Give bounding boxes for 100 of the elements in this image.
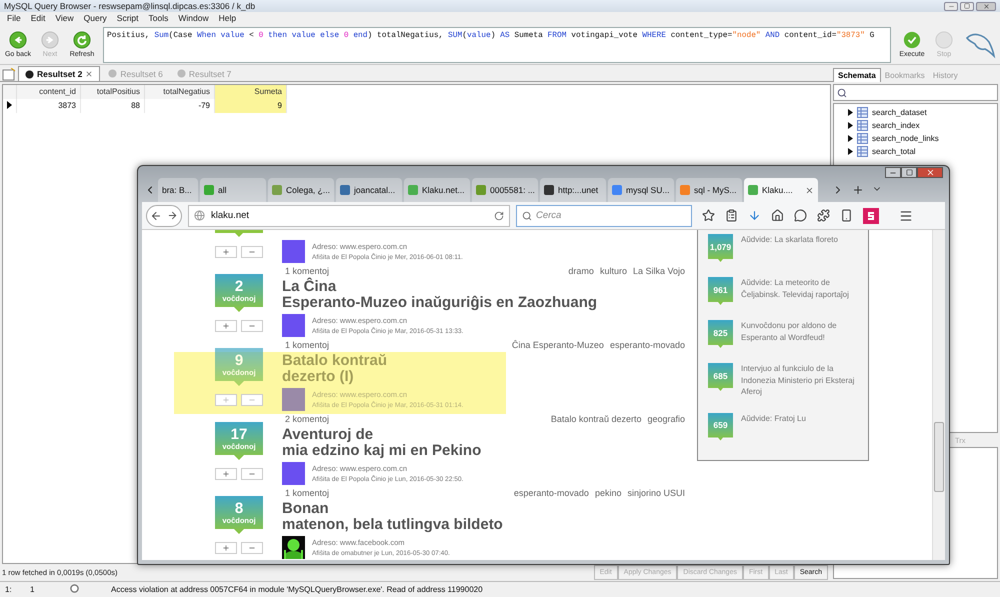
back-forward-button[interactable] <box>146 204 182 226</box>
scrollbar-thumb[interactable] <box>934 422 944 492</box>
popular-link[interactable]: Aŭdvide: Fratoj Lu <box>741 412 806 440</box>
phone-icon[interactable] <box>840 209 853 222</box>
row-pointer-icon <box>7 101 12 109</box>
tag-link[interactable]: esperanto-movado <box>514 488 589 500</box>
menu-icon[interactable] <box>899 208 913 222</box>
forward-arrow-icon <box>167 210 178 221</box>
maximize-button[interactable] <box>901 167 917 178</box>
menu-item[interactable]: Edit <box>26 12 50 25</box>
comment-count[interactable]: 1 komentoj <box>285 266 330 278</box>
browser-tab[interactable]: 0005581: ... <box>472 178 538 202</box>
menu-item[interactable]: Window <box>173 12 214 25</box>
menu-item[interactable]: Tools <box>144 12 174 25</box>
tag-link[interactable]: Batalo kontraŭ dezerto <box>550 414 642 426</box>
browser-tab[interactable]: all <box>200 178 266 202</box>
search-field[interactable]: Cerca <box>516 204 692 226</box>
search-icon <box>522 210 532 220</box>
post-title[interactable]: Aventuroj de mia edzino kaj mi en Pekino <box>282 427 506 459</box>
new-tab-icon[interactable] <box>852 184 864 196</box>
plus-icon <box>222 248 230 256</box>
vote-count-badge: 1,079 <box>708 234 733 262</box>
menu-item[interactable]: View <box>50 12 79 25</box>
tag-link[interactable]: esperanto-movado <box>610 340 685 352</box>
maximize-icon <box>964 3 970 9</box>
puzzle-icon[interactable] <box>817 209 830 222</box>
browser-tab[interactable]: Colega, ¿... <box>268 178 334 202</box>
browser-tab[interactable]: Klaku.... <box>744 178 818 202</box>
upvote-button[interactable] <box>215 542 237 554</box>
upvote-button[interactable] <box>215 320 237 332</box>
stop-icon <box>935 31 953 49</box>
plus-icon <box>222 470 230 478</box>
browser-tab[interactable]: Klaku.net... <box>404 178 470 202</box>
popular-link[interactable]: Aŭdvide: La meteorito de Ĉeljabinsk. Televidaj raportaĵoj <box>741 277 864 305</box>
upvote-button[interactable] <box>215 468 237 480</box>
refresh-icon <box>73 31 91 49</box>
tree-item[interactable]: search_total <box>872 146 916 156</box>
tag-link[interactable]: pekino <box>594 488 622 500</box>
reload-icon[interactable] <box>494 210 504 220</box>
star-icon[interactable] <box>702 209 715 222</box>
upvote-button[interactable] <box>215 246 237 258</box>
scrollbar[interactable] <box>932 230 945 560</box>
tag-link[interactable]: dramo <box>568 266 594 278</box>
column-header[interactable]: content_id <box>17 85 81 99</box>
new-tab-icon[interactable] <box>2 68 16 81</box>
chat-icon[interactable] <box>794 209 807 222</box>
browser-tab[interactable]: sql - MyS... <box>676 178 742 202</box>
comment-count[interactable]: 2 komentoj <box>285 414 330 426</box>
column-header[interactable]: totalNegatius <box>145 85 215 99</box>
browser-tab[interactable]: joancatal... <box>336 178 402 202</box>
tag-link[interactable]: sinjorino USUI <box>627 488 685 500</box>
table-icon <box>857 106 868 118</box>
clipboard-icon[interactable] <box>725 209 738 222</box>
schema-search-field[interactable] <box>833 84 998 101</box>
tag-link[interactable]: kulturo <box>600 266 627 278</box>
close-icon[interactable] <box>85 70 94 78</box>
comment-count[interactable]: 1 komentoj <box>285 340 330 352</box>
close-button[interactable] <box>917 167 943 178</box>
status-circle-icon <box>70 584 79 593</box>
post-title[interactable]: Bonan matenon, bela tutlingva bildeto <box>282 501 506 533</box>
s-glyph-icon <box>866 210 876 220</box>
tag-link[interactable]: Ĉina Esperanto-Muzeo <box>512 340 604 352</box>
close-button[interactable] <box>976 2 996 10</box>
popular-link[interactable]: Intervjuo al funkciulo de la Indonezia Ministerio pri Eksteraj Aferoj <box>741 363 864 398</box>
home-icon[interactable] <box>771 209 784 222</box>
maximize-button[interactable] <box>960 2 974 10</box>
close-icon <box>926 168 934 177</box>
comment-count[interactable]: 1 komentoj <box>285 488 330 500</box>
browser-tab[interactable]: mysql SU... <box>608 178 674 202</box>
menu-item[interactable]: File <box>2 12 26 25</box>
tree-item[interactable]: search_dataset <box>872 108 927 116</box>
download-icon[interactable] <box>748 209 761 222</box>
search-input[interactable]: Cerca <box>536 210 686 221</box>
s-extension-icon[interactable] <box>863 208 879 224</box>
tag-link[interactable]: La Silka Vojo <box>632 266 685 278</box>
column-header[interactable]: totalPositius <box>81 85 145 99</box>
menu-item[interactable]: Script <box>112 12 144 25</box>
globe-icon <box>194 210 205 221</box>
result-tab[interactable]: Resultset 2 <box>18 66 100 81</box>
check-icon <box>903 31 921 49</box>
popular-link[interactable]: Kunvoĉdonu por aldono de Esperanto al Wordfeud! <box>741 320 864 348</box>
post-title[interactable]: La Ĉina Esperanto-Muzeo inaŭguriĝis en Zaozhuang <box>282 279 598 311</box>
menu-item[interactable]: Help <box>214 12 242 25</box>
url-field[interactable]: klaku.net <box>188 204 510 226</box>
vote-count-badge: 685 <box>708 363 733 391</box>
tree-item[interactable]: search_index <box>872 120 920 130</box>
tag-link[interactable]: geografio <box>647 414 685 426</box>
column-header[interactable]: Sumeta <box>215 85 287 99</box>
browser-tab[interactable]: bra: B... <box>158 178 198 202</box>
minimize-button[interactable] <box>885 167 901 178</box>
close-tab-icon[interactable] <box>805 186 814 194</box>
column-indicator: 1 <box>29 585 36 594</box>
side-tab[interactable]: Schemata <box>833 68 881 82</box>
popular-link[interactable]: Aŭdvide: La skarlata floreto <box>741 234 838 262</box>
tree-item[interactable]: search_node_links <box>872 134 939 142</box>
line-indicator: 1: <box>4 585 13 594</box>
menu-item[interactable]: Query <box>78 12 112 25</box>
status-message: Access violation at address 0057CF64 in module 'MySQLQueryBrowser.exe'. Read of address 11990020 <box>110 585 484 594</box>
browser-tab[interactable]: http:...unet <box>540 178 606 202</box>
minimize-button[interactable] <box>944 2 958 10</box>
